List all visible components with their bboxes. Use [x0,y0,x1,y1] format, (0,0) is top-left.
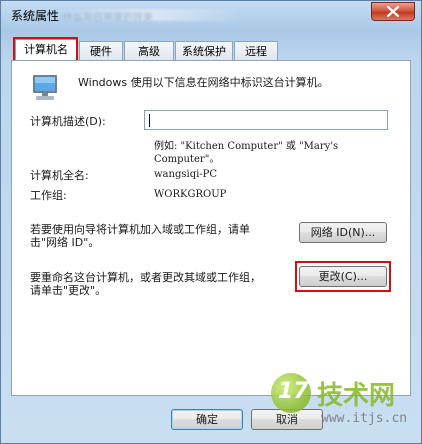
tab-advanced[interactable]: 高级 [124,41,174,61]
workgroup-label: 工作组: [30,189,67,202]
intro-text: Windows 使用以下信息在网络中标识这台计算机。 [78,76,329,89]
watermark-url: www.itjs.cn [321,411,408,426]
system-properties-window: 系统属性 什么与日用雷的效果 计算机名 硬件 高级 系统保护 远程 Window… [0,0,422,444]
wizard-text-line2: 击"网络 ID"。 [30,236,100,249]
change-button-highlight-box [295,261,391,292]
tab-system-protection[interactable]: 系统保护 [175,41,233,61]
ok-button[interactable]: 确定 [171,409,243,430]
computer-name-panel: Windows 使用以下信息在网络中标识这台计算机。 计算机描述(D): 例如:… [11,60,411,396]
blurred-title-text: 什么与日用雷的效果 [63,9,243,21]
full-name-value: wangsiqi-PC [154,169,218,180]
close-button[interactable] [371,2,415,21]
site-watermark: 17 技术网 www.itjs.cn [271,371,419,437]
rename-text-line2: 请单击"更改"。 [30,284,107,297]
computer-icon [33,75,57,100]
watermark-title: 技术网 [317,381,396,411]
network-id-button[interactable]: 网络 ID(N)... [299,222,387,243]
tab-remote[interactable]: 远程 [234,41,278,61]
description-label: 计算机描述(D): [30,115,106,128]
window-title: 系统属性 [11,9,60,23]
computer-description-input[interactable] [144,110,388,130]
close-icon [387,6,399,17]
tab-hardware[interactable]: 硬件 [79,41,123,61]
workgroup-value: WORKGROUP [154,189,227,200]
text-caret [149,114,150,127]
full-name-label: 计算机全名: [30,169,89,182]
watermark-badge-number: 17 [278,379,309,404]
example-text-line2: Computer"。 [154,154,220,165]
